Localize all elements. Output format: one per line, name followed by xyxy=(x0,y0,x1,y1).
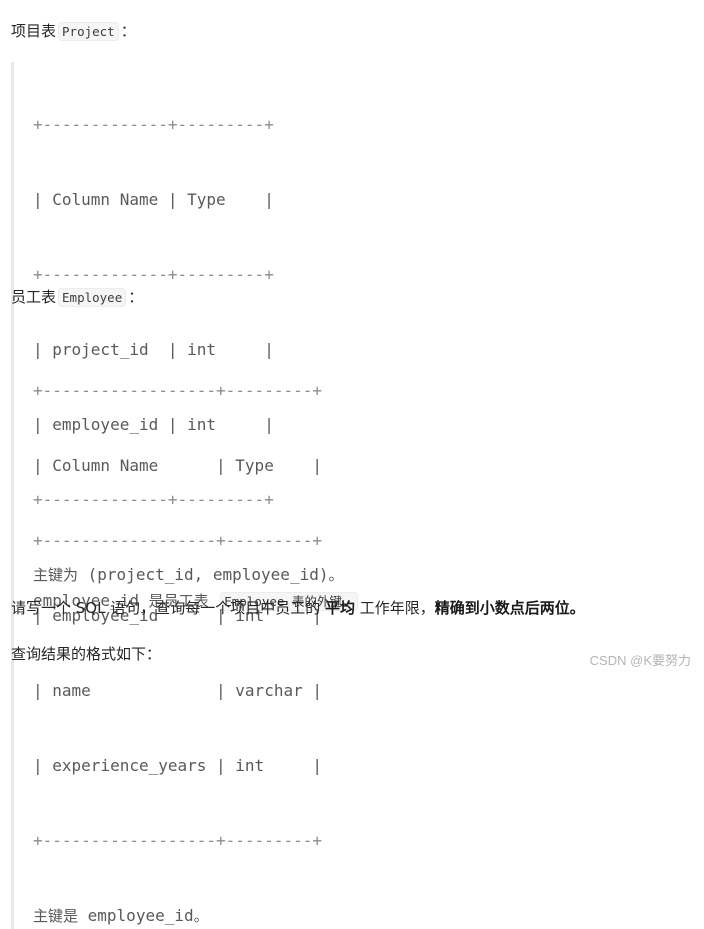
primary-key-note: 主键是 employee_id。 xyxy=(33,903,322,929)
table-border: +-------------+---------+ xyxy=(33,115,274,134)
table-border: +-------------+---------+ xyxy=(33,265,274,284)
employee-schema-block: +------------------+---------+ | Column … xyxy=(11,328,322,929)
heading-colon: ： xyxy=(120,22,136,40)
table-border: +------------------+---------+ xyxy=(33,381,322,400)
question-emphasis-average: 平均 xyxy=(325,599,356,617)
question-part: 请写一个 SQL 语句，查询每一个项目中员工的 xyxy=(11,599,325,617)
csdn-watermark: CSDN @K要努力 xyxy=(589,653,691,668)
question-part: 工作年限， xyxy=(355,599,435,617)
employee-table-heading: 员工表 Employee： xyxy=(11,286,143,309)
note-end: 。 xyxy=(328,566,344,584)
project-table-name-code: Project xyxy=(58,22,119,41)
note-code: employee_id xyxy=(78,906,194,925)
note-text: 主键是 xyxy=(33,907,79,925)
question-emphasis-precision: 精确到小数点后两位。 xyxy=(434,599,585,617)
table-header-row: | Column Name | Type | xyxy=(33,190,274,209)
table-header-row: | Column Name | Type | xyxy=(33,456,322,475)
project-table-heading: 项目表 Project： xyxy=(11,20,136,43)
result-format-text: 查询结果的格式如下： xyxy=(11,645,162,663)
table-border: +------------------+---------+ xyxy=(33,831,322,850)
table-row: | name | varchar | xyxy=(33,681,322,700)
table-border: +------------------+---------+ xyxy=(33,531,322,550)
project-heading-text: 项目表 xyxy=(11,22,57,40)
employee-heading-text: 员工表 xyxy=(11,288,57,306)
question-text: 请写一个 SQL 语句，查询每一个项目中员工的 平均 工作年限，精确到小数点后两… xyxy=(11,597,585,619)
heading-colon: ： xyxy=(128,288,144,306)
table-row: | experience_years | int | xyxy=(33,756,322,775)
employee-table-name-code: Employee xyxy=(58,288,127,307)
note-end: 。 xyxy=(193,907,209,925)
